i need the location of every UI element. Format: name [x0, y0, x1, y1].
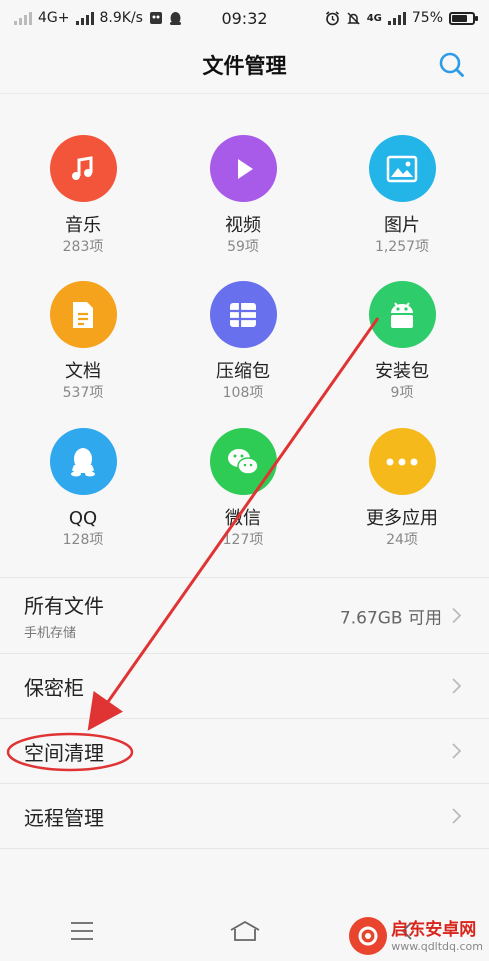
category-more-apps[interactable]: 更多应用 24项 [327, 428, 477, 549]
network-type-2: 4G [366, 12, 382, 24]
category-apks[interactable]: 安装包 9项 [327, 281, 477, 402]
network-type: 4G+ [38, 10, 70, 26]
menu-button[interactable] [52, 911, 112, 951]
chevron-right-icon [452, 607, 461, 624]
search-icon[interactable] [437, 50, 467, 80]
status-bar: 4G+ 8.9K/s 09:32 4G 75% [0, 0, 489, 36]
category-name: QQ [68, 508, 98, 529]
all-files-label: 所有文件 [24, 594, 104, 618]
home-icon [230, 920, 259, 941]
category-name: 微信 [225, 508, 261, 529]
category-count: 128项 [62, 532, 104, 548]
category-name: 视频 [225, 215, 261, 236]
watermark-logo-icon [349, 917, 388, 955]
play-icon [238, 158, 253, 179]
chevron-right-icon [452, 808, 461, 824]
battery-percent: 75% [411, 10, 443, 26]
category-name: 图片 [384, 215, 420, 236]
category-circle [209, 135, 277, 202]
battery-icon [449, 11, 478, 25]
clock: 09:32 [221, 8, 268, 28]
mute-icon [346, 11, 360, 25]
vault-label: 保密柜 [24, 675, 84, 700]
category-count: 537项 [62, 385, 104, 401]
cleanup-label: 空间清理 [24, 740, 104, 765]
category-video[interactable]: 视频 59项 [168, 135, 318, 256]
chevron-right-icon [452, 678, 461, 694]
more-icon [386, 458, 418, 465]
signal-icon-3 [387, 11, 406, 25]
category-name: 压缩包 [216, 361, 270, 382]
qq-icon [71, 447, 95, 476]
signal-icon [14, 11, 32, 25]
network-speed: 8.9K/s [99, 10, 143, 26]
category-name: 文档 [65, 361, 101, 382]
category-documents[interactable]: 文档 537项 [8, 281, 158, 402]
category-music[interactable]: 音乐 283项 [8, 135, 158, 256]
title-bar: 文件管理 [0, 36, 489, 94]
image-icon [386, 155, 418, 182]
category-grid: 音乐 283项 视频 59项 图片 1,257项 文档 537项 压缩包 108… [0, 95, 489, 575]
category-count: 24项 [386, 532, 418, 548]
category-circle [368, 281, 436, 348]
watermark: 启东安卓网 www.qdltdq.com [349, 917, 483, 955]
storage-list: 所有文件 手机存储 7.67GB 可用 保密柜 空间清理 远程管理 [0, 577, 489, 849]
notification-icon [149, 12, 162, 24]
alarm-icon [325, 10, 339, 25]
storage-sub-label: 手机存储 [24, 626, 77, 641]
category-circle [49, 135, 117, 202]
all-files-row[interactable]: 所有文件 手机存储 7.67GB 可用 [0, 578, 489, 654]
category-count: 108项 [222, 385, 264, 401]
archive-icon [230, 302, 256, 327]
available-space: 7.67GB 可用 [339, 608, 442, 628]
category-circle [368, 135, 436, 202]
remote-row[interactable]: 远程管理 [0, 784, 489, 849]
category-circle [209, 428, 277, 495]
category-count: 59项 [227, 239, 259, 255]
cleanup-row[interactable]: 空间清理 [0, 719, 489, 784]
category-count: 1,257项 [374, 239, 430, 255]
category-wechat[interactable]: 微信 127项 [168, 428, 318, 549]
category-name: 安装包 [375, 361, 429, 382]
category-images[interactable]: 图片 1,257项 [327, 135, 477, 256]
vault-row[interactable]: 保密柜 [0, 654, 489, 719]
category-circle [49, 281, 117, 348]
android-icon [391, 301, 413, 328]
qq-status-icon [169, 11, 181, 25]
document-icon [73, 301, 93, 328]
category-count: 127项 [222, 532, 264, 548]
category-name: 音乐 [65, 215, 101, 236]
music-icon [72, 155, 93, 180]
signal-icon-2 [75, 11, 94, 25]
category-archives[interactable]: 压缩包 108项 [168, 281, 318, 402]
category-circle [49, 428, 117, 495]
page-title: 文件管理 [202, 53, 287, 78]
category-circle [368, 428, 436, 495]
category-qq[interactable]: QQ 128项 [8, 428, 158, 549]
wechat-icon [228, 448, 259, 475]
category-count: 9项 [390, 385, 414, 401]
category-count: 283项 [62, 239, 104, 255]
category-name: 更多应用 [366, 508, 438, 529]
menu-icon [70, 921, 93, 940]
home-button[interactable] [215, 911, 275, 951]
watermark-title: 启东安卓网 [391, 919, 477, 940]
category-circle [209, 281, 277, 348]
chevron-right-icon [452, 743, 461, 759]
remote-label: 远程管理 [24, 805, 104, 830]
watermark-url: www.qdltdq.com [391, 939, 483, 953]
